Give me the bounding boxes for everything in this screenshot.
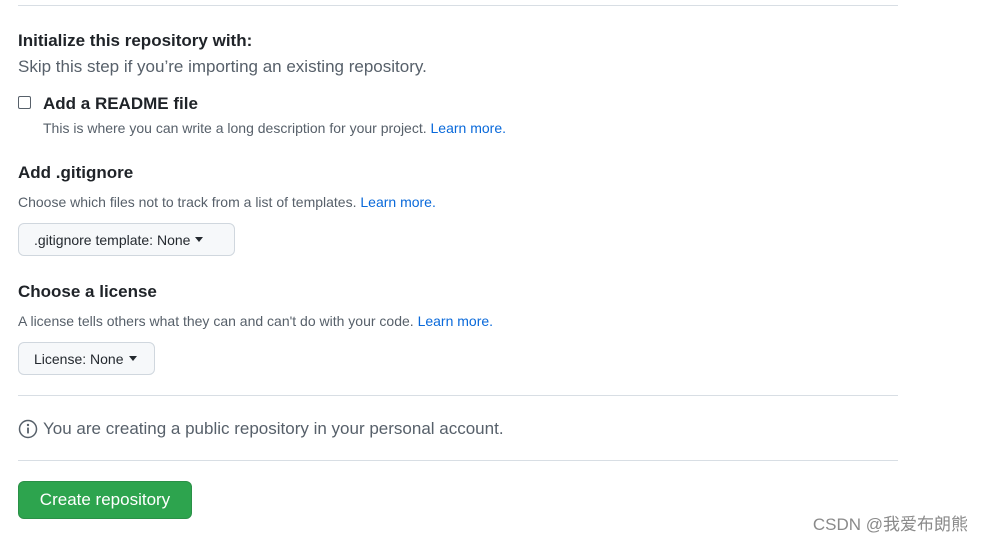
license-dropdown[interactable]: License: None <box>18 342 155 375</box>
gitignore-learn-more-link[interactable]: Learn more. <box>360 194 435 210</box>
license-heading: Choose a license <box>18 282 157 301</box>
gitignore-template-label: .gitignore template: None <box>34 231 191 248</box>
gitignore-template-dropdown[interactable]: .gitignore template: None <box>18 223 235 256</box>
gitignore-heading: Add .gitignore <box>18 163 134 182</box>
gitignore-description-text: Choose which files not to track from a l… <box>18 194 357 210</box>
info-icon <box>18 419 38 439</box>
initialize-subtitle: Skip this step if you’re importing an ex… <box>18 57 427 76</box>
license-description-text: A license tells others what they can and… <box>18 313 414 329</box>
initialize-heading: Initialize this repository with: <box>18 31 253 50</box>
middle-divider <box>18 395 898 396</box>
license-learn-more-link[interactable]: Learn more. <box>418 313 493 329</box>
readme-learn-more-link[interactable]: Learn more. <box>431 120 506 136</box>
license-description: A license tells others what they can and… <box>18 313 493 329</box>
gitignore-description: Choose which files not to track from a l… <box>18 194 436 210</box>
top-divider <box>18 5 898 6</box>
notice-text: You are creating a public repository in … <box>43 419 504 438</box>
license-dropdown-label: License: None <box>34 350 124 367</box>
public-repo-notice: You are creating a public repository in … <box>18 419 504 439</box>
readme-description-text: This is where you can write a long descr… <box>43 120 427 136</box>
caret-down-icon <box>195 237 204 242</box>
readme-label[interactable]: Add a README file <box>43 94 198 114</box>
caret-down-icon <box>128 356 137 361</box>
create-repository-button[interactable]: Create repository <box>18 481 192 519</box>
readme-checkbox[interactable] <box>18 96 31 109</box>
csdn-watermark: CSDN @我爱布朗熊 <box>812 515 968 534</box>
bottom-divider <box>18 460 898 461</box>
readme-description: This is where you can write a long descr… <box>43 120 506 136</box>
